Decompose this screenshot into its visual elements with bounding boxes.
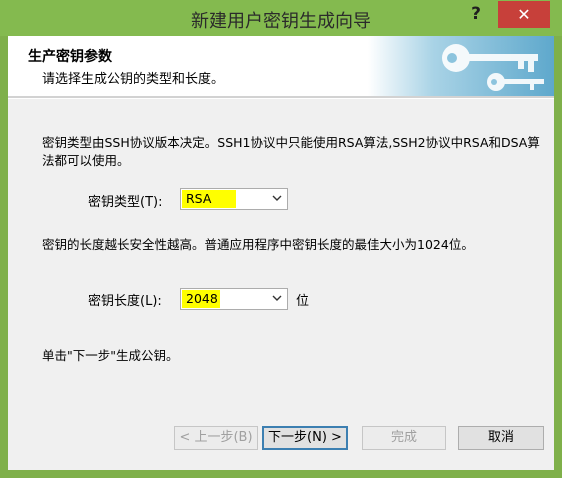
wizard-header: 生产密钥参数 请选择生成公钥的类型和长度。	[8, 36, 554, 96]
key-length-select[interactable]: 2048	[180, 288, 288, 310]
cancel-button[interactable]: 取消	[458, 426, 544, 450]
finish-button[interactable]: 完成	[362, 426, 446, 450]
key-type-description: 密钥类型由SSH协议版本决定。SSH1协议中只能使用RSA算法,SSH2协议中R…	[42, 135, 540, 168]
key-type-select[interactable]: RSA	[180, 188, 288, 210]
page-subtitle: 请选择生成公钥的类型和长度。	[42, 72, 225, 87]
wizard-body: 生产密钥参数 请选择生成公钥的类型和长度。 密钥类型由SSH协议版本决定。SSH…	[8, 36, 554, 470]
next-button[interactable]: 下一步(N) >	[262, 426, 348, 450]
chevron-down-icon	[272, 295, 282, 301]
key-type-label: 密钥类型(T):	[88, 195, 163, 210]
key-length-description: 密钥的长度越长安全性越高。普通应用程序中密钥长度的最佳大小为1024位。	[42, 237, 474, 252]
next-step-hint: 单击"下一步"生成公钥。	[42, 348, 179, 363]
key-length-value: 2048	[182, 290, 220, 308]
chevron-down-icon	[272, 195, 282, 201]
key-length-unit: 位	[296, 294, 310, 309]
close-button[interactable]: ✕	[498, 1, 550, 28]
title-bar[interactable]: 新建用户密钥生成向导 ? ✕	[0, 0, 562, 36]
help-button[interactable]: ?	[459, 1, 493, 27]
page-title: 生产密钥参数	[28, 49, 112, 65]
wizard-window: 新建用户密钥生成向导 ? ✕ 生产密钥参数 请选择生成公钥的类型和长度。 密钥类…	[0, 0, 562, 478]
key-type-value: RSA	[182, 190, 236, 208]
header-divider	[8, 96, 554, 99]
key-length-label: 密钥长度(L):	[88, 294, 162, 309]
back-button[interactable]: < 上一步(B)	[174, 426, 258, 450]
key-icon	[368, 36, 554, 96]
